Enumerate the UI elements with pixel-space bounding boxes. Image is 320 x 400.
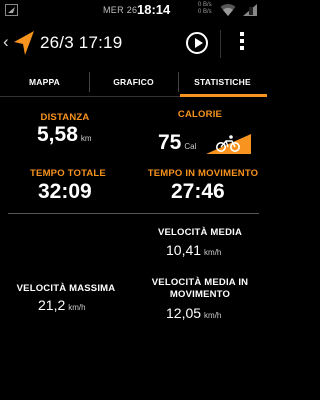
play-icon[interactable] — [186, 32, 208, 54]
total-time-value: 32:09 — [38, 180, 92, 203]
tab-bar: MAPPA GRAFICO STATISTICHE — [0, 68, 267, 96]
navigation-icon — [5, 4, 18, 16]
avg-moving-speed-number: 12,05 — [166, 305, 202, 321]
distance-unit: km — [80, 134, 92, 143]
tab-divider — [178, 72, 179, 92]
calories-label: CALORIE — [177, 109, 223, 120]
avg-moving-speed-unit: km/h — [204, 311, 222, 320]
app-logo-arrow-icon[interactable] — [12, 29, 36, 57]
tab-selected-indicator — [180, 94, 267, 97]
avg-speed-unit: km/h — [204, 248, 222, 257]
status-time: 18:14 — [137, 2, 171, 17]
action-bar: ‹ 26/3 17:19 — [0, 20, 267, 68]
calories-number: 75 — [158, 131, 182, 154]
avg-moving-speed-label-line1: VELOCITÀ MEDIA IN — [151, 277, 249, 288]
bicycle-icon[interactable] — [206, 133, 252, 155]
overflow-menu-icon[interactable] — [240, 32, 245, 54]
moving-time-label: TEMPO IN MOVIMENTO — [147, 168, 259, 179]
wifi-icon — [220, 4, 236, 17]
data-traffic-upload: 0 B/s — [198, 2, 212, 8]
distance-value: 5,58 km — [37, 123, 92, 147]
max-speed-label: VELOCITÀ MASSIMA — [16, 283, 116, 294]
battery-icon — [243, 4, 257, 16]
avg-moving-speed-value: 12,05 km/h — [166, 305, 221, 321]
status-date: MER 26 — [103, 5, 138, 15]
calories-unit: Cal — [184, 142, 197, 151]
avg-speed-number: 10,41 — [166, 242, 202, 258]
total-time-label: TEMPO TOTALE — [30, 168, 106, 179]
tab-grafico[interactable]: GRAFICO — [89, 68, 178, 96]
avg-speed-label: VELOCITÀ MEDIA — [157, 227, 243, 238]
tab-divider — [89, 72, 90, 92]
max-speed-number: 21,2 — [38, 297, 66, 313]
status-bar: MER 26 18:14 0 B/s 0 B/s — [0, 0, 267, 20]
moving-time-value: 27:46 — [171, 180, 225, 203]
max-speed-value: 21,2 km/h — [38, 297, 86, 313]
max-speed-unit: km/h — [68, 303, 86, 312]
calories-value: 75 Cal — [158, 131, 196, 155]
stats-divider — [8, 213, 259, 214]
tab-mappa[interactable]: MAPPA — [0, 68, 89, 96]
avg-moving-speed-label-line2: MOVIMENTO — [169, 289, 231, 300]
avg-moving-speed-label: VELOCITÀ MEDIA IN MOVIMENTO — [140, 277, 260, 301]
back-chevron-icon[interactable]: ‹ — [3, 32, 9, 52]
avg-speed-value: 10,41 km/h — [166, 242, 221, 258]
page-title: 26/3 17:19 — [40, 33, 123, 52]
distance-label: DISTANZA — [40, 112, 90, 123]
tab-statistiche[interactable]: STATISTICHE — [178, 68, 267, 96]
data-traffic-icon: 0 B/s 0 B/s — [198, 2, 218, 18]
action-bar-divider — [220, 30, 221, 58]
distance-number: 5,58 — [37, 123, 78, 146]
data-traffic-download: 0 B/s — [198, 9, 212, 15]
